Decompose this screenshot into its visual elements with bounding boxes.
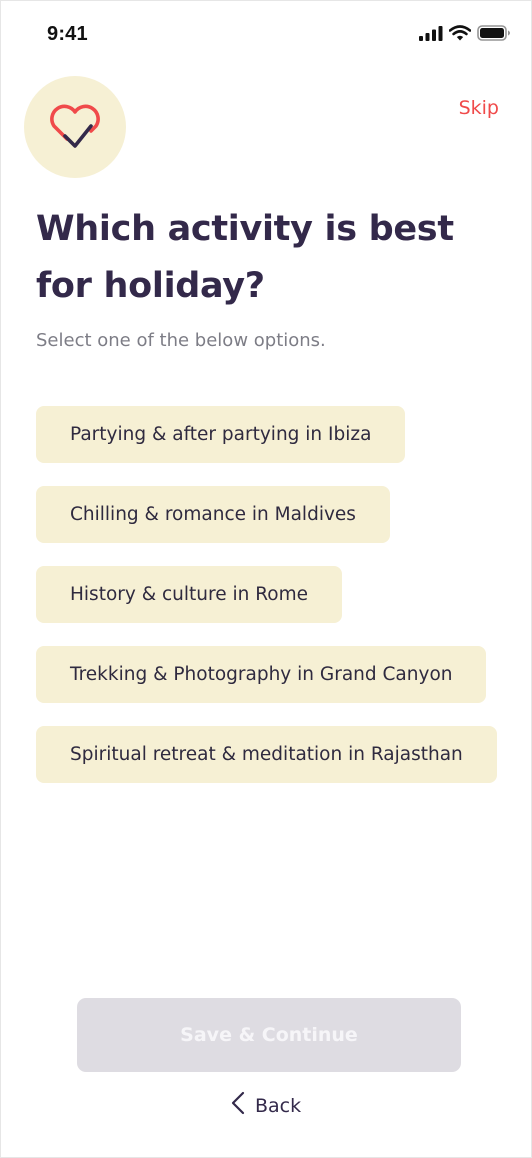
back-label: Back — [255, 1094, 302, 1117]
chevron-left-icon — [231, 1091, 245, 1120]
option-maldives[interactable]: Chilling & romance in Maldives — [36, 486, 390, 543]
app-logo — [24, 76, 126, 178]
save-continue-label: Save & Continue — [180, 1024, 358, 1046]
save-continue-button[interactable]: Save & Continue — [77, 998, 461, 1072]
option-rajasthan[interactable]: Spiritual retreat & meditation in Rajast… — [36, 726, 497, 783]
question-subtitle: Select one of the below options. — [36, 330, 326, 351]
status-icons — [419, 25, 511, 45]
option-grand-canyon[interactable]: Trekking & Photography in Grand Canyon — [36, 646, 487, 703]
status-bar: 9:41 — [1, 1, 531, 65]
wifi-icon — [448, 25, 472, 45]
back-button[interactable]: Back — [231, 1091, 301, 1120]
skip-button[interactable]: Skip — [459, 97, 499, 119]
screen: 9:41 Skip Which activity is best for hol… — [0, 0, 532, 1158]
options-list: Partying & after partying in Ibiza Chill… — [36, 406, 497, 783]
signal-icon — [419, 25, 443, 45]
option-ibiza[interactable]: Partying & after partying in Ibiza — [36, 406, 406, 463]
heart-check-icon — [47, 99, 103, 155]
option-rome[interactable]: History & culture in Rome — [36, 566, 342, 623]
question-title: Which activity is best for holiday? — [36, 209, 454, 306]
battery-icon — [477, 25, 511, 45]
status-time: 9:41 — [47, 23, 88, 45]
